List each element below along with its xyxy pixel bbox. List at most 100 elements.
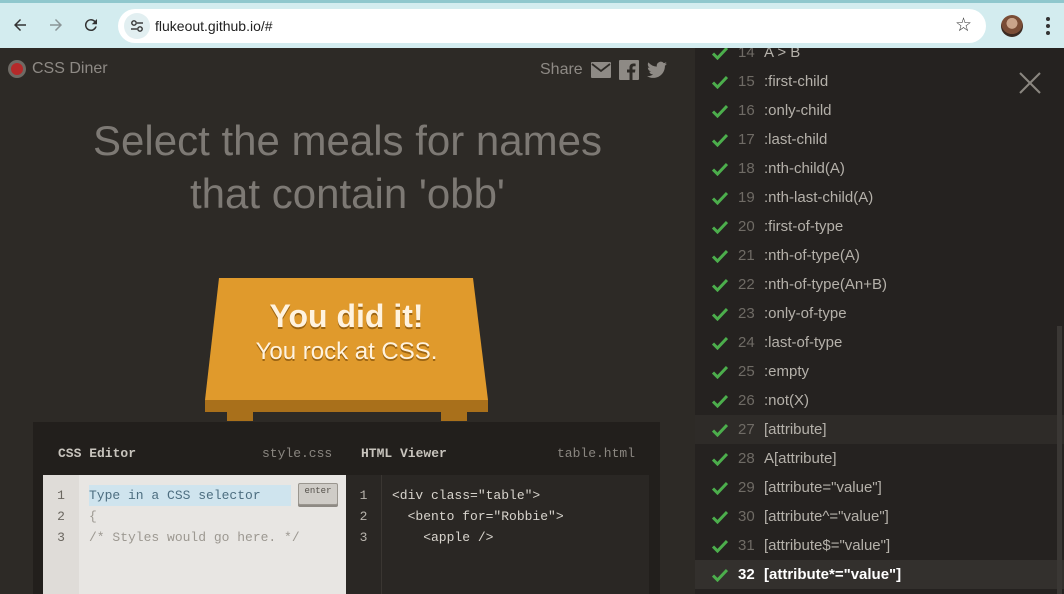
email-icon[interactable]: [590, 60, 611, 80]
close-icon[interactable]: [1017, 70, 1043, 96]
level-item[interactable]: 30 [attribute^="value"]: [695, 502, 1064, 531]
level-name: :only-child: [764, 102, 832, 119]
checkmark-icon: [712, 336, 728, 350]
level-item[interactable]: 20 :first-of-type: [695, 212, 1064, 241]
html-code-line[interactable]: <div class="table">: [392, 485, 540, 506]
twitter-icon[interactable]: [646, 60, 667, 80]
css-line-numbers: 1 2 3: [43, 475, 79, 594]
facebook-icon[interactable]: [618, 60, 639, 80]
line-number: 2: [57, 509, 65, 524]
level-name: [attribute$="value"]: [764, 537, 891, 554]
level-item[interactable]: 25 :empty: [695, 357, 1064, 386]
css-file-name: style.css: [262, 446, 333, 461]
logo-icon: [8, 60, 26, 78]
html-code-line[interactable]: <bento for="Robbie">: [392, 506, 564, 527]
level-number: 19: [738, 189, 755, 206]
checkmark-icon: [712, 75, 728, 89]
sidebar-scrollbar[interactable]: [1057, 326, 1062, 594]
level-item[interactable]: 19 :nth-last-child(A): [695, 183, 1064, 212]
level-item[interactable]: 27 [attribute]: [695, 415, 1064, 444]
level-number: 18: [738, 160, 755, 177]
share-bar: Share: [540, 60, 667, 80]
profile-avatar[interactable]: [1001, 15, 1023, 37]
line-number: 1: [57, 488, 65, 503]
reload-button[interactable]: [78, 12, 104, 38]
level-item[interactable]: 24:last-of-type: [695, 328, 1064, 357]
level-item[interactable]: 29 [attribute="value"]: [695, 473, 1064, 502]
level-number: 21: [738, 247, 755, 264]
level-name: :nth-of-type(An+B): [764, 276, 887, 293]
html-code-line[interactable]: <apple />: [392, 527, 493, 548]
checkmark-icon: [712, 510, 728, 524]
address-bar[interactable]: flukeout.github.io/# ☆: [118, 9, 986, 43]
level-item[interactable]: 14 A > B: [695, 48, 1064, 67]
back-button[interactable]: [7, 12, 33, 38]
star-icon[interactable]: ☆: [955, 16, 972, 36]
checkmark-icon: [712, 191, 728, 205]
level-item[interactable]: 32 [attribute*="value"]: [695, 560, 1064, 589]
level-number: 20: [738, 218, 755, 235]
level-menu: 14 A > B 15 :first-child 16 :only-child 17:las…: [695, 48, 1064, 594]
level-name: :not(X): [764, 392, 810, 409]
level-name: :nth-of-type(A): [764, 247, 860, 264]
checkmark-icon: [712, 394, 728, 408]
forward-button[interactable]: [43, 12, 69, 38]
html-viewer: 1 2 3 <div class="table"> <bento for="Ro…: [346, 475, 649, 594]
css-editor-label: CSS Editor: [58, 446, 137, 461]
level-name: [attribute]: [764, 421, 827, 438]
level-name: :empty: [764, 363, 810, 380]
checkmark-icon: [712, 568, 728, 582]
level-item[interactable]: 31 [attribute$="value"]: [695, 531, 1064, 560]
css-editor: 1 2 3 enter { /* Styles would go here. *…: [43, 475, 346, 594]
level-item[interactable]: 23:only-of-type: [695, 299, 1064, 328]
checkmark-icon: [712, 104, 728, 118]
success-subheading: You rock at CSS.: [255, 338, 438, 365]
level-name: [attribute*="value"]: [764, 566, 902, 583]
level-item[interactable]: 21 :nth-of-type(A): [695, 241, 1064, 270]
level-item[interactable]: 18 :nth-child(A): [695, 154, 1064, 183]
enter-button[interactable]: enter: [298, 483, 338, 505]
url-text[interactable]: flukeout.github.io/#: [155, 18, 273, 34]
line-number: 1: [359, 488, 368, 503]
level-item[interactable]: 26 :not(X): [695, 386, 1064, 415]
level-number: 26: [738, 392, 755, 409]
level-item[interactable]: 16 :only-child: [695, 96, 1064, 125]
css-code-line-3: /* Styles would go here. */: [89, 530, 300, 545]
css-editor-header: CSS Editor style.css: [43, 422, 346, 480]
line-number: 3: [57, 530, 65, 545]
level-name: :nth-child(A): [764, 160, 845, 177]
level-number: 27: [738, 421, 755, 438]
site-info-button[interactable]: [124, 13, 150, 39]
css-selector-input[interactable]: [89, 485, 291, 506]
level-item[interactable]: 22 :nth-of-type(An+B): [695, 270, 1064, 299]
level-item[interactable]: 17:last-child: [695, 125, 1064, 154]
level-number: 16: [738, 102, 755, 119]
html-viewer-header: HTML Viewer table.html: [346, 422, 649, 480]
logo[interactable]: CSS Diner: [8, 60, 108, 78]
arrow-left-icon: [14, 19, 26, 31]
level-item[interactable]: 28 A[attribute]: [695, 444, 1064, 473]
browser-toolbar: flukeout.github.io/# ☆: [0, 0, 1064, 48]
line-number: 2: [359, 509, 368, 524]
checkmark-icon: [712, 162, 728, 176]
success-heading: You did it!: [269, 298, 424, 334]
checkmark-icon: [712, 278, 728, 292]
arrow-right-icon: [50, 19, 62, 31]
level-name: :nth-last-child(A): [764, 189, 874, 206]
level-number: 29: [738, 479, 755, 496]
checkmark-icon: [712, 307, 728, 321]
checkmark-icon: [712, 249, 728, 263]
level-name: [attribute="value"]: [764, 479, 882, 496]
checkmark-icon: [712, 220, 728, 234]
level-number: 25: [738, 363, 755, 380]
level-name: :only-of-type: [764, 305, 847, 322]
level-number: 15: [738, 73, 755, 90]
tune-icon: [131, 20, 143, 32]
css-code-line-2: {: [89, 509, 97, 524]
level-number: 22: [738, 276, 755, 293]
level-name: A[attribute]: [764, 450, 837, 467]
level-name: :first-child: [764, 73, 829, 90]
level-name: :first-of-type: [764, 218, 844, 235]
kebab-menu-icon[interactable]: [1040, 15, 1056, 37]
level-item[interactable]: 15 :first-child: [695, 67, 1064, 96]
